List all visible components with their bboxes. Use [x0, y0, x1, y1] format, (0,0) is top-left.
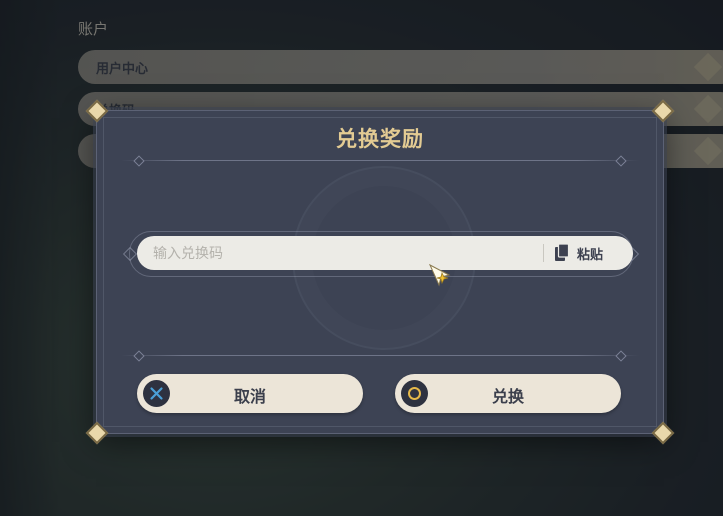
title-divider — [121, 160, 639, 161]
star-cursor-icon — [428, 263, 451, 287]
clipboard-icon — [555, 244, 569, 261]
redeem-label: 兑换 — [491, 387, 524, 406]
redeem-code-input[interactable] — [151, 243, 535, 265]
footer-divider — [121, 355, 639, 356]
redeem-code-field: 粘贴 — [137, 236, 633, 270]
redeem-button[interactable]: 兑换 — [395, 374, 621, 413]
paste-label: 粘贴 — [577, 248, 604, 263]
dialog-title: 兑换奖励 — [336, 127, 424, 151]
redeem-dialog: 兑换奖励 粘贴 取消 兑换 — [85, 99, 675, 445]
cancel-label: 取消 — [233, 387, 266, 406]
paste-button[interactable]: 粘贴 — [551, 240, 629, 266]
paste-separator — [543, 244, 544, 262]
cancel-button[interactable]: 取消 — [137, 374, 363, 413]
